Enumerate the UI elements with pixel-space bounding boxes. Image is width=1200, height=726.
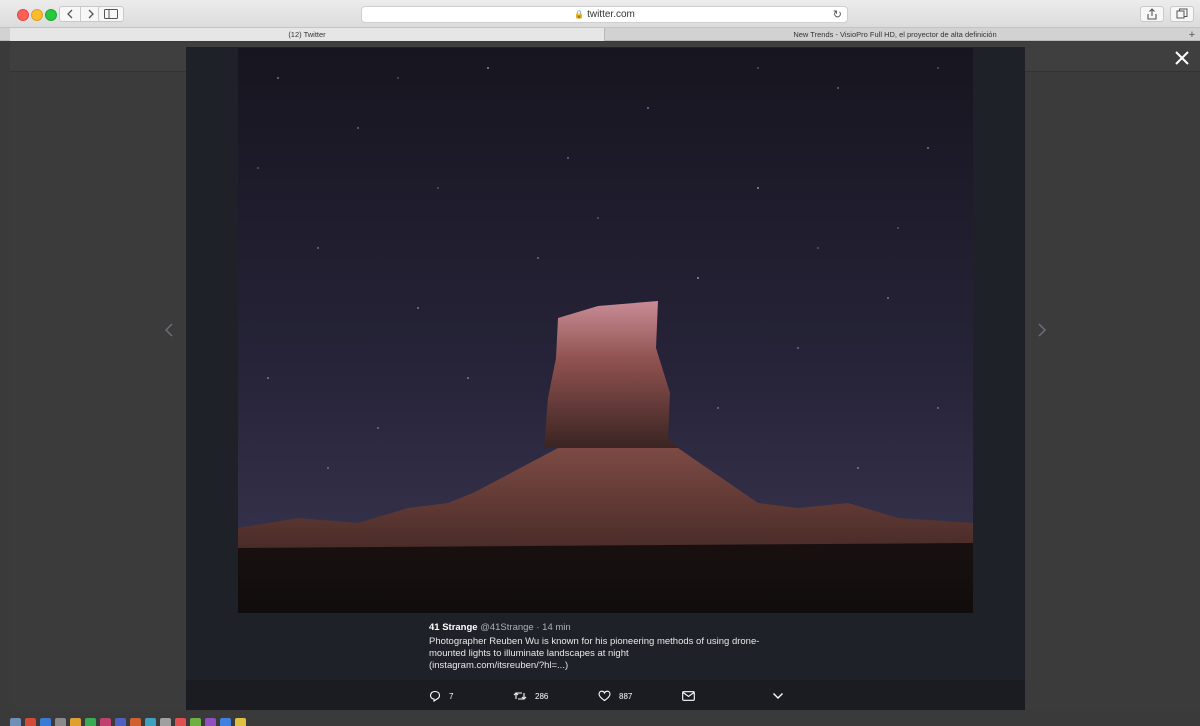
tweet-actions: 7 286 887	[186, 680, 1025, 710]
retweet-button[interactable]: 286	[513, 689, 548, 703]
tweet-link[interactable]: (instagram.com/itsreuben/?hl=...)	[429, 660, 789, 672]
window-minimize-button[interactable]	[31, 9, 43, 21]
tweet-photo[interactable]	[238, 48, 973, 613]
dock-app-icon[interactable]	[100, 718, 111, 726]
previous-media-button[interactable]	[163, 322, 175, 338]
tab-new-trends[interactable]: New Trends - VisioPro Full HD, el proyec…	[606, 28, 1184, 41]
dock-app-icon[interactable]	[70, 718, 81, 726]
new-tab-button[interactable]: +	[1184, 28, 1200, 41]
reply-count: 7	[449, 691, 454, 701]
heart-icon	[598, 690, 611, 702]
like-button[interactable]: 887	[598, 689, 632, 703]
dock-app-icon[interactable]	[130, 718, 141, 726]
chevron-right-icon	[88, 9, 94, 19]
sidebar-toggle-button[interactable]	[98, 6, 124, 22]
dock-app-icon[interactable]	[205, 718, 216, 726]
sidebar-icon	[104, 9, 118, 19]
tabs-overview-icon	[1176, 8, 1188, 19]
dock-app-icon[interactable]	[25, 718, 36, 726]
share-icon	[1147, 8, 1157, 20]
night-butte-photo	[238, 48, 973, 613]
address-bar[interactable]: 🔒 twitter.com ↻	[361, 6, 848, 23]
dock-app-icon[interactable]	[55, 718, 66, 726]
retweet-count: 286	[535, 691, 549, 701]
window-close-button[interactable]	[17, 9, 29, 21]
window-zoom-button[interactable]	[45, 9, 57, 21]
back-button[interactable]	[59, 6, 81, 22]
tweet-timestamp[interactable]: 14 min	[542, 622, 571, 633]
dock-app-icon[interactable]	[115, 718, 126, 726]
close-icon	[1175, 51, 1189, 65]
tweet-header: 41 Strange @41Strange · 14 min	[429, 622, 789, 634]
dock-app-icon[interactable]	[160, 718, 171, 726]
browser-toolbar: 🔒 twitter.com ↻	[0, 0, 1200, 28]
dock-app-icon[interactable]	[10, 718, 21, 726]
url-text: twitter.com	[587, 9, 635, 20]
lock-icon: 🔒	[574, 10, 585, 19]
tab-label: New Trends - VisioPro Full HD, el proyec…	[793, 30, 997, 39]
plus-icon: +	[1188, 28, 1196, 41]
reply-button[interactable]: 7	[429, 689, 453, 703]
share-button[interactable]	[1140, 6, 1164, 22]
tab-bar: (12) Twitter New Trends - VisioPro Full …	[0, 28, 1200, 41]
tweet-caption: 41 Strange @41Strange · 14 min Photograp…	[429, 622, 789, 672]
like-count: 887	[619, 691, 633, 701]
dock-app-icon[interactable]	[190, 718, 201, 726]
chevron-right-icon	[1038, 323, 1047, 337]
dock-app-icon[interactable]	[40, 718, 51, 726]
dock-app-icon[interactable]	[220, 718, 231, 726]
author-handle[interactable]: @41Strange	[480, 622, 533, 633]
show-tabs-button[interactable]	[1170, 6, 1194, 22]
more-options-button[interactable]	[772, 689, 792, 703]
reload-icon[interactable]: ↻	[833, 8, 842, 21]
dock-app-icon[interactable]	[85, 718, 96, 726]
tab-twitter[interactable]: (12) Twitter	[10, 28, 605, 41]
dock-app-icon[interactable]	[145, 718, 156, 726]
reply-icon	[429, 690, 441, 702]
chevron-left-icon	[67, 9, 73, 19]
dock	[10, 718, 1030, 726]
next-media-button[interactable]	[1036, 322, 1048, 338]
dock-app-icon[interactable]	[175, 718, 186, 726]
retweet-icon	[513, 692, 527, 700]
direct-message-button[interactable]	[682, 689, 703, 703]
separator: ·	[536, 622, 540, 633]
tab-label: (12) Twitter	[288, 30, 326, 39]
author-name[interactable]: 41 Strange	[429, 622, 478, 633]
chevron-left-icon	[164, 323, 173, 337]
chevron-down-icon	[773, 693, 783, 699]
tweet-text: Photographer Reuben Wu is known for his …	[429, 636, 760, 659]
close-button[interactable]	[1172, 48, 1192, 68]
envelope-icon	[682, 691, 695, 701]
dock-app-icon[interactable]	[235, 718, 246, 726]
